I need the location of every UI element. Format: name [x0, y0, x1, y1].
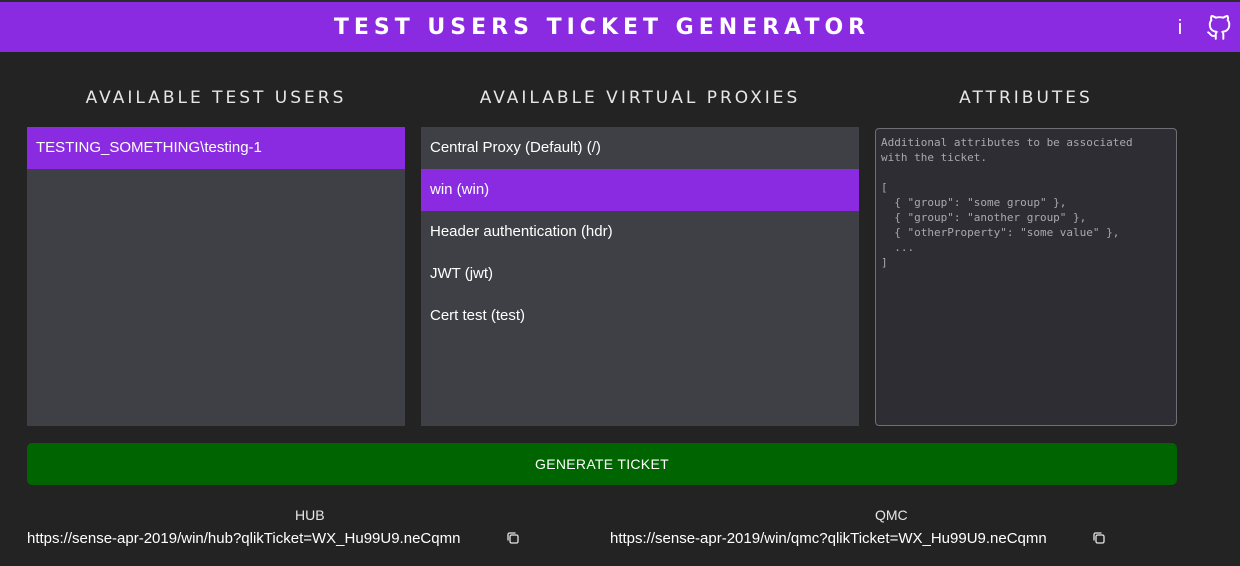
proxy-list-item[interactable]: win (win) — [421, 169, 859, 211]
github-icon[interactable] — [1206, 15, 1232, 41]
attributes-textarea[interactable] — [875, 128, 1177, 426]
generate-ticket-button[interactable]: GENERATE TICKET — [27, 443, 1177, 485]
hub-label: HUB — [295, 507, 325, 523]
user-list-item[interactable]: TESTING_SOMETHING\testing-1 — [27, 127, 405, 169]
info-button[interactable]: i — [1172, 16, 1188, 40]
app-title: TEST USERS TICKET GENERATOR — [333, 15, 871, 40]
hub-ticket-link[interactable]: https://sense-apr-2019/win/hub?qlikTicke… — [27, 530, 460, 547]
app-header: TEST USERS TICKET GENERATOR i — [0, 0, 1240, 52]
qmc-ticket-link[interactable]: https://sense-apr-2019/win/qmc?qlikTicke… — [610, 530, 1047, 547]
proxy-list-item[interactable]: Header authentication (hdr) — [421, 211, 859, 253]
copy-icon[interactable] — [505, 530, 521, 546]
proxies-column-title: AVAILABLE VIRTUAL PROXIES — [479, 88, 801, 108]
users-column-title: AVAILABLE TEST USERS — [85, 88, 347, 108]
proxy-list-item[interactable]: JWT (jwt) — [421, 253, 859, 295]
proxy-list-item[interactable]: Cert test (test) — [421, 295, 859, 337]
proxies-list: Central Proxy (Default) (/) win (win) Head… — [421, 127, 859, 426]
copy-icon[interactable] — [1091, 530, 1107, 546]
users-list: TESTING_SOMETHING\testing-1 — [27, 127, 405, 426]
attributes-column-title: ATTRIBUTES — [959, 88, 1093, 108]
qmc-label: QMC — [875, 507, 908, 523]
proxy-list-item[interactable]: Central Proxy (Default) (/) — [421, 127, 859, 169]
